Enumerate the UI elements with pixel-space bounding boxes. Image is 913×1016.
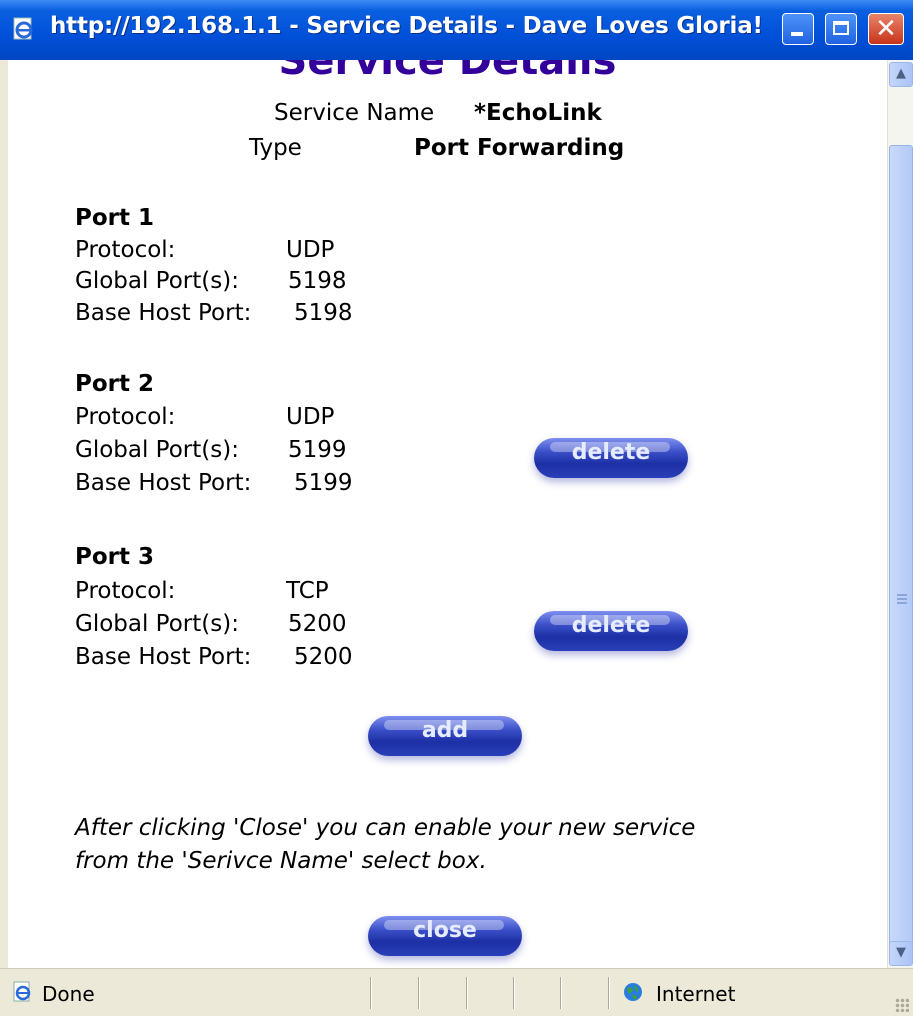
base-host-port-value: 5198 [294, 300, 353, 326]
maximize-icon [833, 21, 849, 35]
scroll-up-button[interactable]: ▲ [889, 62, 913, 87]
scroll-down-button[interactable]: ▼ [889, 941, 913, 966]
port-title: Port 3 [75, 544, 155, 570]
protocol-label: Protocol: [75, 237, 176, 263]
service-name-value: *EchoLink [474, 100, 602, 126]
grip-icon [897, 594, 907, 606]
ie-page-icon [13, 981, 31, 1002]
minimize-button[interactable] [782, 13, 814, 45]
status-bar: Done Internet [0, 968, 913, 1016]
global-ports-label: Global Port(s): [75, 268, 239, 294]
service-name-label: Service Name [274, 100, 435, 126]
global-ports-label: Global Port(s): [75, 437, 239, 463]
type-label: Type [249, 135, 302, 161]
protocol-value: TCP [286, 578, 329, 604]
close-icon: ✕ [875, 14, 897, 44]
delete-port-2-button[interactable]: delete [526, 432, 696, 494]
global-ports-label: Global Port(s): [75, 611, 239, 637]
add-port-button[interactable]: add [360, 710, 530, 772]
base-host-port-value: 5200 [294, 644, 353, 670]
window-title: http://192.168.1.1 - Service Details - D… [50, 13, 763, 39]
protocol-value: UDP [286, 237, 335, 263]
port-title: Port 2 [75, 371, 155, 397]
type-value: Port Forwarding [414, 135, 625, 161]
global-ports-value: 5199 [288, 437, 347, 463]
global-ports-value: 5198 [288, 268, 347, 294]
global-ports-value: 5200 [288, 611, 347, 637]
status-text: Done [42, 982, 95, 1006]
minimize-icon [791, 32, 803, 36]
maximize-button[interactable] [825, 13, 857, 45]
delete-port-3-button[interactable]: delete [526, 605, 696, 667]
base-host-port-label: Base Host Port: [75, 300, 252, 326]
protocol-label: Protocol: [75, 404, 176, 430]
security-zone-text: Internet [656, 982, 736, 1006]
page-heading: Service Details [278, 60, 617, 84]
close-button-label: close [413, 918, 477, 943]
note-line-2: from the 'Serivce Name' select box. [75, 848, 487, 874]
base-host-port-label: Base Host Port: [75, 644, 252, 670]
note-line-1: After clicking 'Close' you can enable yo… [75, 815, 696, 841]
close-button[interactable]: close [360, 910, 530, 968]
protocol-label: Protocol: [75, 578, 176, 604]
port-title: Port 1 [75, 205, 155, 231]
scroll-thumb[interactable] [889, 145, 913, 950]
base-host-port-value: 5199 [294, 470, 353, 496]
page-viewport: Service Details Service Name *EchoLink T… [8, 60, 887, 968]
vertical-scrollbar[interactable]: ▲ ▼ [887, 60, 913, 968]
add-button-label: add [421, 718, 469, 743]
globe-icon [624, 983, 642, 1001]
ie-page-icon [13, 17, 33, 40]
delete-button-label: delete [571, 613, 651, 638]
protocol-value: UDP [286, 404, 335, 430]
delete-button-label: delete [571, 440, 651, 465]
resize-grip-icon[interactable] [895, 998, 909, 1012]
title-bar: http://192.168.1.1 - Service Details - D… [0, 0, 913, 60]
base-host-port-label: Base Host Port: [75, 470, 252, 496]
close-window-button[interactable]: ✕ [868, 13, 904, 45]
